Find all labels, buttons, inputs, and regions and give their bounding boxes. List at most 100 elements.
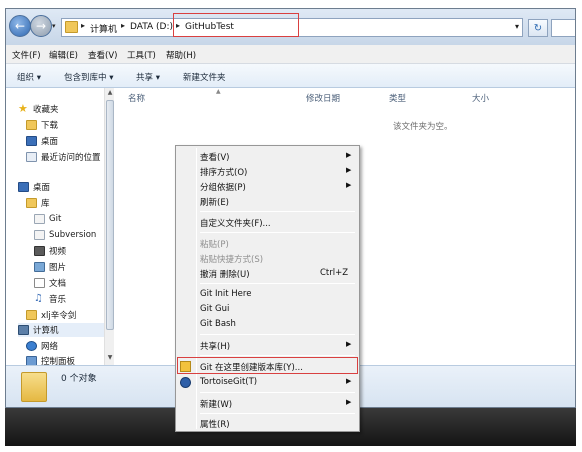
scroll-down-icon[interactable]: ▼ [106,354,114,361]
share-button[interactable]: 共享 ▾ [136,71,160,83]
submenu-arrow-icon: ▶ [346,181,352,189]
desktop-icon [26,136,37,146]
nav-downloads[interactable]: 下载 [26,118,58,132]
ctx-label: 属性(R) [200,420,230,430]
ctx-git-gui[interactable]: Git Gui [176,302,359,316]
ctx-label: TortoiseGit(T) [200,377,258,387]
nav-label: 收藏夹 [33,105,59,115]
ctx-label: 粘贴(P) [200,240,229,250]
ctx-refresh[interactable]: 刷新(E) [176,194,359,208]
network-icon [26,341,37,351]
nav-label: 下载 [41,121,59,131]
search-input[interactable] [551,19,575,37]
menu-separator [200,392,355,393]
address-dropdown-icon[interactable]: ▾ [515,22,519,31]
nav-subversion[interactable]: Subversion [34,228,96,242]
include-in-library-button[interactable]: 包含到库中 ▾ [64,71,113,83]
nav-git[interactable]: Git [34,212,61,226]
ctx-shortcut: Ctrl+Z [320,268,349,278]
nav-label: 最近访问的位置 [41,153,101,163]
ctx-share[interactable]: 共享(H) ▶ [176,338,359,352]
menu-bar: 文件(F) 编辑(E) 查看(V) 工具(T) 帮助(H) [6,45,575,64]
breadcrumb-arrow-icon[interactable]: ▸ [81,21,85,30]
navigation-pane: ★ 收藏夹 下载 桌面 最近访问的位置 桌面 库 Git Subversion … [6,88,114,367]
ctx-label: 刷新(E) [200,198,230,208]
breadcrumb-data-drive[interactable]: DATA (D:) [130,22,173,32]
nav-computer[interactable]: 计算机 [18,323,104,337]
recent-pages-chevron-icon[interactable]: ▾ [52,22,56,30]
nav-libraries[interactable]: 库 [26,196,50,210]
nav-user[interactable]: xlj辛令剑 [26,308,76,322]
documents-icon [34,278,45,288]
ctx-customize-folder[interactable]: 自定义文件夹(F)... [176,215,359,229]
ctx-label: Git Gui [200,304,230,314]
folder-icon [21,372,47,402]
nav-label: xlj辛令剑 [41,311,77,321]
nav-documents[interactable]: 文档 [34,276,66,290]
ctx-new[interactable]: 新建(W) ▶ [176,396,359,410]
menu-edit[interactable]: 编辑(E) [49,49,78,61]
nav-label: 文档 [49,279,67,289]
scrollbar-thumb[interactable] [106,100,114,330]
ctx-git-init[interactable]: Git Init Here [176,287,359,301]
nav-label: 网络 [41,342,59,352]
nav-label: 桌面 [41,137,59,147]
breadcrumb-computer[interactable]: 计算机 [90,22,117,35]
column-size[interactable]: 大小 [472,92,489,104]
nav-network[interactable]: 网络 [26,339,58,353]
nav-label: 库 [41,199,50,209]
nav-videos[interactable]: 视频 [34,244,66,258]
nav-desktop-fav[interactable]: 桌面 [26,134,58,148]
column-modified[interactable]: 修改日期 [306,92,340,104]
ctx-paste[interactable]: 粘贴(P) [176,236,359,250]
menu-view[interactable]: 查看(V) [88,49,117,61]
new-folder-button[interactable]: 新建文件夹 [183,71,226,83]
submenu-arrow-icon: ▶ [346,340,352,348]
nav-label: 桌面 [33,183,51,193]
nav-label: 音乐 [49,295,67,305]
nav-label: Subversion [49,230,97,240]
submenu-arrow-icon: ▶ [346,151,352,159]
ctx-paste-shortcut[interactable]: 粘贴快捷方式(S) [176,251,359,265]
ctx-label: 新建(W) [200,400,233,410]
forward-button[interactable]: → [30,15,52,37]
ctx-label: 粘贴快捷方式(S) [200,255,264,265]
ctx-git-bash[interactable]: Git Bash [176,317,359,331]
ctx-undo-delete[interactable]: 撤消 删除(U) Ctrl+Z [176,266,359,280]
computer-icon [18,325,29,335]
user-folder-icon [26,310,37,320]
nav-label: 视频 [49,247,67,257]
address-bar[interactable]: ▸ 计算机 ▸ DATA (D:) ▸ GitHubTest ▾ [61,13,523,37]
ctx-properties[interactable]: 属性(R) [176,416,359,430]
organize-button[interactable]: 组织 ▾ [17,71,41,83]
address-row: ← → ▾ ▸ 计算机 ▸ DATA (D:) ▸ GitHubTest ▾ ↻ [6,9,575,45]
ctx-sort-by[interactable]: 排序方式(O) ▶ [176,164,359,178]
nav-scrollbar[interactable]: ▲ ▼ [104,88,114,365]
menu-separator [200,211,355,212]
column-type[interactable]: 类型 [389,92,406,104]
menu-tools[interactable]: 工具(T) [127,49,156,61]
ctx-label: 撤消 删除(U) [200,270,250,280]
ctx-tortoisegit[interactable]: TortoiseGit(T) ▶ [176,375,359,389]
scroll-up-icon[interactable]: ▲ [106,89,114,96]
nav-music[interactable]: ♫ 音乐 [34,292,66,306]
nav-label: Git [49,214,62,224]
subversion-library-icon [34,230,45,240]
ctx-group-by[interactable]: 分组依据(P) ▶ [176,179,359,193]
ctx-label: 自定义文件夹(F)... [200,219,271,229]
breadcrumb-arrow-icon[interactable]: ▸ [121,21,125,30]
column-name[interactable]: 名称 [128,92,145,104]
desktop-icon [18,182,29,192]
nav-pictures[interactable]: 图片 [34,260,66,274]
menu-help[interactable]: 帮助(H) [166,49,196,61]
breadcrumb-highlight [173,13,299,37]
nav-recent[interactable]: 最近访问的位置 [26,150,101,164]
menu-separator [200,355,355,356]
ctx-label: 查看(V) [200,153,230,163]
refresh-button[interactable]: ↻ [528,19,548,37]
nav-desktop[interactable]: 桌面 [18,180,50,194]
back-button[interactable]: ← [9,15,31,37]
menu-file[interactable]: 文件(F) [12,49,41,61]
ctx-view[interactable]: 查看(V) ▶ [176,149,359,163]
nav-favorites[interactable]: ★ 收藏夹 [18,102,59,116]
